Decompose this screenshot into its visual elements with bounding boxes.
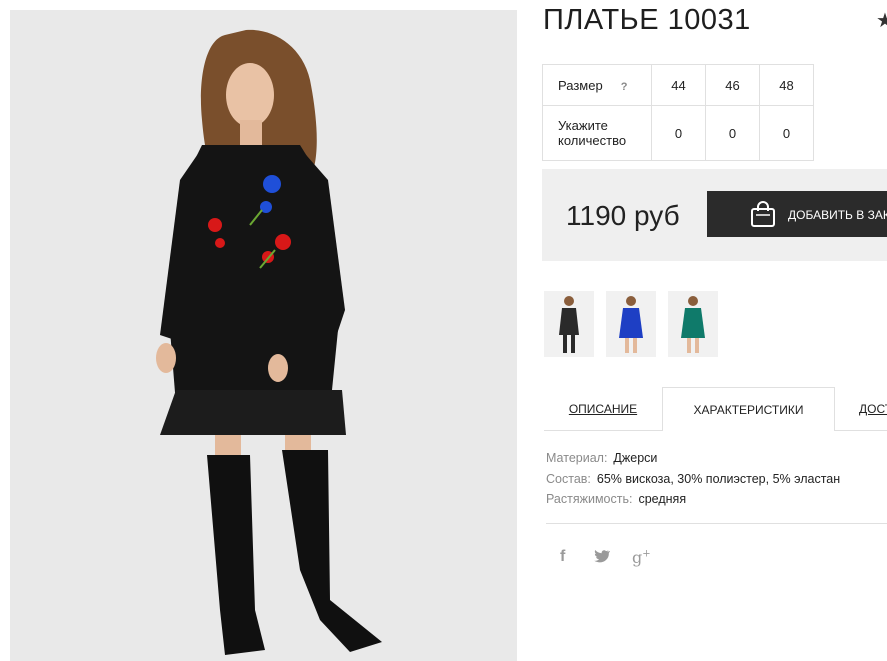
google-plus-icon[interactable]: g+ <box>632 548 651 567</box>
quantity-input-48[interactable]: 0 <box>759 105 814 161</box>
spec-row-composition: Состав: 65% вискоза, 30% полиэстер, 5% эл… <box>546 472 841 486</box>
size-table: Размер? 44 46 48 Укажите количество 0 0 … <box>542 64 814 161</box>
size-option-44[interactable]: 44 <box>651 64 706 106</box>
size-label: Размер <box>558 77 603 93</box>
tab-characteristics[interactable]: ХАРАКТЕРИСТИКИ <box>662 387 835 431</box>
product-price: 1190 руб <box>566 200 680 231</box>
size-label-cell: Размер? <box>542 64 652 106</box>
help-icon[interactable]: ? <box>621 81 628 93</box>
facebook-icon[interactable]: f <box>560 548 565 566</box>
color-thumb-black[interactable] <box>544 291 594 357</box>
add-to-cart-label: ДОБАВИТЬ В ЗАКАЗ <box>788 208 887 222</box>
star-icon[interactable]: ★ <box>876 8 887 33</box>
thumb-dress-blue <box>619 296 643 353</box>
add-to-cart-button[interactable]: ДОБАВИТЬ В ЗАКАЗ <box>707 191 887 237</box>
product-main-photo[interactable] <box>10 10 517 661</box>
quantity-input-46[interactable]: 0 <box>705 105 760 161</box>
shopping-bag-icon <box>751 201 775 227</box>
twitter-icon[interactable] <box>594 549 610 568</box>
color-thumb-green[interactable] <box>668 291 718 357</box>
size-option-46[interactable]: 46 <box>705 64 760 106</box>
color-thumb-blue[interactable] <box>606 291 656 357</box>
spec-row-material: Материал: Джерси <box>546 451 658 465</box>
quantity-input-44[interactable]: 0 <box>651 105 706 161</box>
spec-row-stretch: Растяжимость: средняя <box>546 492 687 506</box>
quantity-label: Укажите количество <box>542 105 652 161</box>
price-box: 1190 руб ДОБАВИТЬ В ЗАКАЗ <box>542 169 887 261</box>
model-photo-illustration <box>10 10 517 661</box>
thumb-dress-black <box>559 296 579 353</box>
size-option-48[interactable]: 48 <box>759 64 814 106</box>
tab-delivery[interactable]: ДОСТАВКА <box>835 387 887 431</box>
product-title: ПЛАТЬЕ 10031 <box>543 4 751 36</box>
tab-description[interactable]: ОПИСАНИЕ <box>544 387 662 431</box>
divider <box>546 523 887 524</box>
thumb-dress-green <box>681 296 705 353</box>
